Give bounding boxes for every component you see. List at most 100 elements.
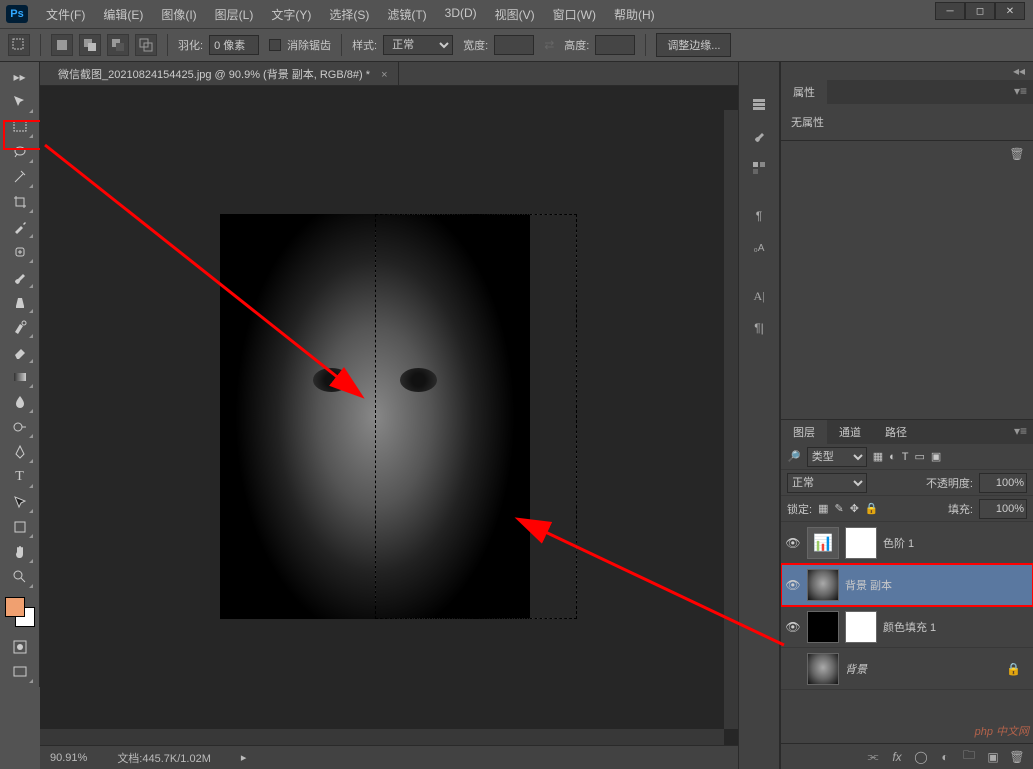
- eraser-tool[interactable]: [6, 340, 34, 364]
- visibility-toggle-icon[interactable]: 👁: [785, 577, 801, 593]
- opacity-input[interactable]: [979, 473, 1027, 493]
- collapse-arrow-icon[interactable]: ▸▸: [6, 65, 34, 89]
- magic-wand-tool[interactable]: [6, 165, 34, 189]
- canvas-viewport[interactable]: [40, 86, 738, 745]
- lock-transparent-icon[interactable]: ▦: [818, 502, 828, 515]
- search-icon[interactable]: 🔎: [787, 450, 801, 463]
- new-layer-icon[interactable]: ▣: [985, 749, 1001, 765]
- blur-tool[interactable]: [6, 390, 34, 414]
- menu-help[interactable]: 帮助(H): [606, 3, 663, 26]
- menu-image[interactable]: 图像(I): [153, 3, 204, 26]
- brush-tool[interactable]: [6, 265, 34, 289]
- layers-tab[interactable]: 图层: [781, 420, 827, 444]
- quick-mask-tool[interactable]: [6, 635, 34, 659]
- foreground-color-swatch[interactable]: [5, 597, 25, 617]
- doc-info[interactable]: 文档:445.7K/1.02M: [117, 750, 211, 766]
- color-swatches[interactable]: [5, 597, 35, 627]
- gradient-tool[interactable]: [6, 365, 34, 389]
- layer-name[interactable]: 背景 副本: [845, 577, 892, 593]
- lock-all-icon[interactable]: 🔒: [865, 502, 879, 515]
- document-tab[interactable]: 微信截图_20210824154425.jpg @ 90.9% (背景 副本, …: [48, 62, 399, 86]
- subtract-selection-icon[interactable]: [107, 34, 129, 56]
- filter-smart-icon[interactable]: ▣: [931, 450, 941, 463]
- eyedropper-tool[interactable]: [6, 215, 34, 239]
- minimize-button[interactable]: ─: [935, 2, 965, 20]
- filter-shape-icon[interactable]: ▭: [915, 450, 925, 463]
- menu-window[interactable]: 窗口(W): [545, 3, 604, 26]
- maximize-button[interactable]: ◻: [965, 2, 995, 20]
- intersect-selection-icon[interactable]: [135, 34, 157, 56]
- antialias-checkbox[interactable]: [269, 39, 281, 51]
- path-selection-tool[interactable]: [6, 490, 34, 514]
- move-tool[interactable]: [6, 90, 34, 114]
- marquee-tool[interactable]: [6, 115, 34, 139]
- link-layers-icon[interactable]: ⫘: [865, 749, 881, 765]
- character-style-icon[interactable]: A|: [744, 282, 774, 310]
- layer-name[interactable]: 色阶 1: [883, 535, 914, 551]
- width-input[interactable]: [494, 35, 534, 55]
- clone-stamp-tool[interactable]: [6, 290, 34, 314]
- zoom-level[interactable]: 90.91%: [50, 752, 87, 764]
- swap-wh-icon[interactable]: ⇄: [544, 38, 554, 52]
- add-selection-icon[interactable]: [79, 34, 101, 56]
- character-panel-icon[interactable]: ₀A: [744, 234, 774, 262]
- menu-file[interactable]: 文件(F): [38, 3, 93, 26]
- type-tool[interactable]: T: [6, 465, 34, 489]
- dodge-tool[interactable]: [6, 415, 34, 439]
- layer-item-levels[interactable]: 👁 📊 色阶 1: [781, 522, 1033, 564]
- lock-position-icon[interactable]: ✥: [850, 502, 859, 515]
- history-panel-icon[interactable]: [744, 90, 774, 118]
- delete-layer-icon[interactable]: 🗑: [1009, 749, 1025, 765]
- hand-tool[interactable]: [6, 540, 34, 564]
- history-brush-tool[interactable]: [6, 315, 34, 339]
- feather-input[interactable]: [209, 35, 259, 55]
- fill-input[interactable]: [979, 499, 1027, 519]
- collapse-panels-icon[interactable]: ◂◂: [781, 62, 1033, 80]
- pen-tool[interactable]: [6, 440, 34, 464]
- add-mask-icon[interactable]: ◯: [913, 749, 929, 765]
- trash-icon[interactable]: 🗑: [1009, 146, 1025, 162]
- screen-mode-tool[interactable]: [6, 660, 34, 684]
- paragraph-style-icon[interactable]: ¶|: [744, 314, 774, 342]
- panel-menu-icon[interactable]: ▾≡: [1008, 420, 1033, 444]
- panel-menu-icon[interactable]: ▾≡: [1008, 80, 1033, 104]
- paths-tab[interactable]: 路径: [873, 420, 919, 444]
- menu-3d[interactable]: 3D(D): [437, 3, 485, 26]
- style-select[interactable]: 正常: [383, 35, 453, 55]
- menu-filter[interactable]: 滤镜(T): [379, 3, 434, 26]
- close-tab-icon[interactable]: ×: [381, 69, 387, 81]
- filter-pixel-icon[interactable]: ▦: [873, 450, 883, 463]
- visibility-toggle-icon[interactable]: [785, 661, 801, 677]
- adjustment-layer-icon[interactable]: ◐: [937, 749, 953, 765]
- fx-icon[interactable]: fx: [889, 749, 905, 765]
- lasso-tool[interactable]: [6, 140, 34, 164]
- new-selection-icon[interactable]: [51, 34, 73, 56]
- layer-mask-thumbnail[interactable]: [845, 527, 877, 559]
- horizontal-scrollbar[interactable]: [40, 729, 724, 745]
- blend-mode-select[interactable]: 正常: [787, 473, 867, 493]
- shape-tool[interactable]: [6, 515, 34, 539]
- crop-tool[interactable]: [6, 190, 34, 214]
- paragraph-panel-icon[interactable]: ¶: [744, 202, 774, 230]
- healing-brush-tool[interactable]: [6, 240, 34, 264]
- properties-tab[interactable]: 属性: [781, 80, 827, 104]
- refine-edge-button[interactable]: 调整边缘...: [656, 33, 731, 57]
- menu-type[interactable]: 文字(Y): [263, 3, 319, 26]
- swatches-panel-icon[interactable]: [744, 154, 774, 182]
- tool-preset-icon[interactable]: [8, 34, 30, 56]
- brush-panel-icon[interactable]: [744, 122, 774, 150]
- status-arrow-icon[interactable]: ▸: [241, 751, 247, 764]
- layer-item-color-fill[interactable]: 👁 颜色填充 1: [781, 606, 1033, 648]
- close-button[interactable]: ✕: [995, 2, 1025, 20]
- fill-thumbnail[interactable]: [807, 611, 839, 643]
- layer-name[interactable]: 背景: [845, 661, 867, 677]
- menu-view[interactable]: 视图(V): [487, 3, 543, 26]
- filter-adjust-icon[interactable]: ◐: [889, 451, 896, 463]
- height-input[interactable]: [595, 35, 635, 55]
- menu-layer[interactable]: 图层(L): [207, 3, 262, 26]
- vertical-scrollbar[interactable]: [724, 110, 738, 729]
- zoom-tool[interactable]: [6, 565, 34, 589]
- menu-edit[interactable]: 编辑(E): [95, 3, 151, 26]
- layer-thumbnail[interactable]: [807, 653, 839, 685]
- layer-item-background[interactable]: 背景 🔒: [781, 648, 1033, 690]
